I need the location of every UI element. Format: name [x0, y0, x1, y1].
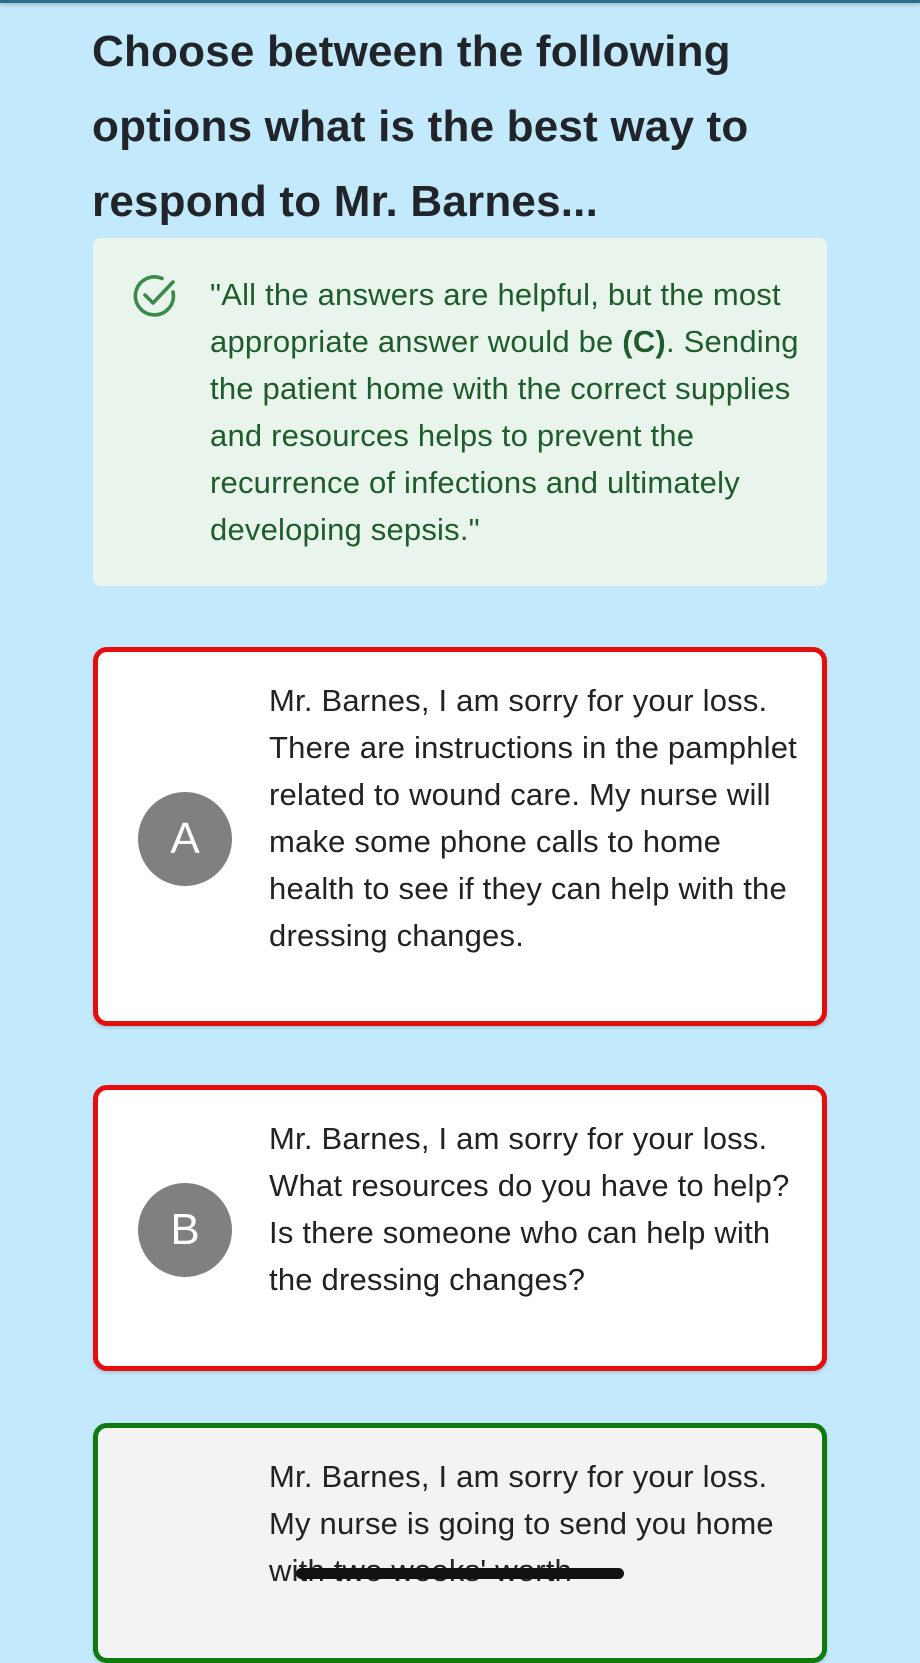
top-edge: [0, 0, 920, 3]
option-c[interactable]: Mr. Barnes, I am sorry for your loss. My…: [93, 1423, 827, 1663]
option-a[interactable]: A Mr. Barnes, I am sorry for your loss. …: [93, 647, 827, 1026]
option-letter-badge: A: [138, 792, 232, 886]
option-letter-badge: B: [138, 1183, 232, 1277]
feedback-text: "All the answers are helpful, but the mo…: [210, 277, 799, 547]
feedback-answer-ref: (C): [622, 324, 666, 359]
option-b[interactable]: B Mr. Barnes, I am sorry for your loss. …: [93, 1085, 827, 1371]
check-circle-icon: [132, 273, 178, 319]
option-text: Mr. Barnes, I am sorry for your loss. Th…: [269, 683, 797, 953]
question-title: Choose between the following options wha…: [92, 27, 749, 226]
home-indicator[interactable]: [296, 1568, 624, 1579]
feedback-panel: "All the answers are helpful, but the mo…: [93, 238, 827, 586]
option-text: Mr. Barnes, I am sorry for your loss. Wh…: [269, 1121, 790, 1297]
